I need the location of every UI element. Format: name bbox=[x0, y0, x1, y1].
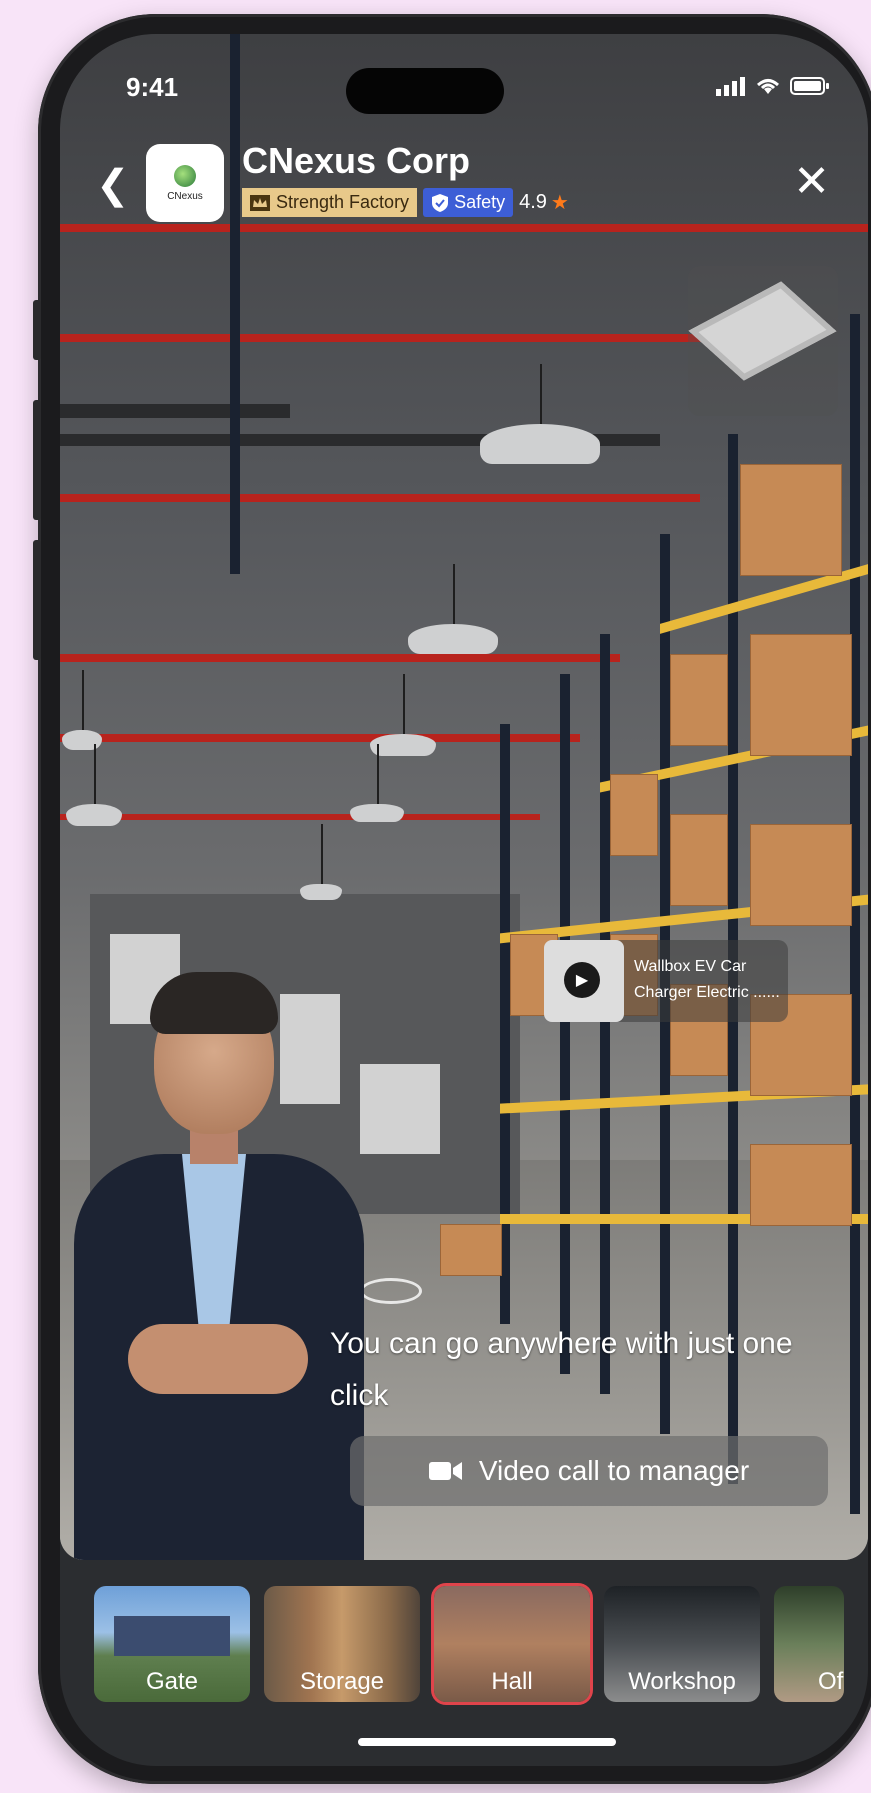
floor-plan-3d-thumbnail bbox=[688, 281, 837, 381]
tab-hall[interactable]: Hall bbox=[434, 1586, 590, 1702]
company-logo[interactable]: CNexus bbox=[146, 144, 224, 222]
logo-leaf-icon bbox=[174, 164, 196, 187]
status-bar: 9:41 bbox=[60, 68, 868, 114]
product-title: Wallbox EV Car Charger Electric ...... bbox=[634, 958, 780, 1001]
logo-text: CNexus bbox=[167, 190, 203, 202]
product-hotspot-card[interactable]: ▶ Wallbox EV Car Charger Electric ...... bbox=[544, 940, 788, 1022]
ceiling-lamp bbox=[480, 364, 600, 464]
ceiling-lamp bbox=[66, 744, 122, 826]
product-thumbnail: ▶ bbox=[544, 940, 624, 1022]
phone-volume-up-button bbox=[33, 400, 41, 520]
status-time: 9:41 bbox=[126, 72, 179, 102]
ceiling-pillar bbox=[230, 34, 240, 574]
tab-storage[interactable]: Storage bbox=[264, 1586, 420, 1702]
safety-label: Safety bbox=[454, 192, 506, 212]
back-chevron-icon[interactable]: ❮ bbox=[96, 162, 130, 208]
host-subtitle: You can go anywhere with just one click bbox=[330, 1327, 793, 1412]
home-indicator[interactable] bbox=[358, 1738, 616, 1746]
strength-factory-label: Strength Factory bbox=[276, 192, 410, 212]
tab-label: Hall bbox=[491, 1668, 533, 1695]
close-icon[interactable]: ✕ bbox=[793, 156, 830, 207]
video-call-button[interactable]: Video call to manager bbox=[350, 1436, 828, 1506]
cardboard-box bbox=[740, 464, 842, 576]
cardboard-box bbox=[440, 1224, 502, 1276]
tab-workshop[interactable]: Workshop bbox=[604, 1586, 760, 1702]
ceiling-lamp bbox=[62, 670, 102, 750]
video-camera-icon bbox=[428, 1462, 462, 1480]
safety-badge: Safety bbox=[423, 188, 514, 217]
play-icon[interactable]: ▶ bbox=[564, 962, 600, 998]
tab-label: Of bbox=[818, 1668, 844, 1695]
cardboard-box bbox=[750, 1144, 852, 1226]
host-hair bbox=[150, 972, 278, 1034]
wifi-icon bbox=[756, 79, 780, 94]
ceiling-beam bbox=[60, 494, 700, 502]
ceiling-beam bbox=[60, 654, 620, 662]
cardboard-box bbox=[750, 634, 852, 756]
rating: 4.9 ★ bbox=[519, 190, 569, 215]
tab-label: Workshop bbox=[628, 1668, 736, 1695]
company-name[interactable]: CNexus Corp bbox=[242, 140, 470, 182]
cardboard-box bbox=[750, 824, 852, 926]
company-badges: Strength Factory Safety 4.9 ★ bbox=[242, 188, 569, 217]
tab-office[interactable]: Of bbox=[774, 1586, 844, 1702]
dynamic-island bbox=[346, 68, 504, 114]
cellular-signal-icon bbox=[716, 77, 745, 96]
shelf-upright bbox=[560, 674, 570, 1374]
ceiling-beam bbox=[60, 814, 540, 820]
screen: 9:41 ❮ CNexus CNexus Corp Strength Facto… bbox=[60, 34, 868, 1766]
tab-label: Gate bbox=[145, 1668, 199, 1695]
tab-gate[interactable]: Gate bbox=[94, 1586, 250, 1702]
star-icon: ★ bbox=[550, 192, 569, 214]
cardboard-box bbox=[670, 654, 728, 746]
shield-check-icon bbox=[432, 193, 449, 212]
host-hands bbox=[128, 1324, 308, 1394]
virtual-host bbox=[64, 964, 374, 1560]
cardboard-box bbox=[670, 814, 728, 906]
ceiling-lamp bbox=[370, 674, 436, 756]
strength-factory-badge: Strength Factory bbox=[242, 188, 418, 217]
gate-thumbnail bbox=[114, 1616, 230, 1656]
battery-icon bbox=[790, 77, 829, 95]
tab-label: Storage bbox=[299, 1668, 385, 1695]
phone-side-button bbox=[33, 300, 41, 360]
scene-tabs: Gate Storage Hall Workshop Of bbox=[94, 1586, 844, 1702]
video-call-label: Video call to manager bbox=[478, 1455, 750, 1486]
header: ❮ CNexus CNexus Corp Strength Factory Sa… bbox=[60, 126, 868, 236]
rating-value: 4.9 bbox=[519, 191, 547, 213]
ceiling-lamp bbox=[300, 824, 342, 900]
crown-icon bbox=[250, 194, 270, 211]
ceiling-beam bbox=[60, 334, 780, 342]
ceiling-lamp bbox=[408, 564, 498, 654]
cardboard-box bbox=[610, 774, 658, 856]
phone-volume-down-button bbox=[33, 540, 41, 660]
ceiling-beam bbox=[60, 404, 290, 418]
status-icons bbox=[716, 76, 830, 96]
ceiling-lamp bbox=[350, 744, 404, 822]
floor-plan-minimap[interactable] bbox=[688, 266, 838, 416]
